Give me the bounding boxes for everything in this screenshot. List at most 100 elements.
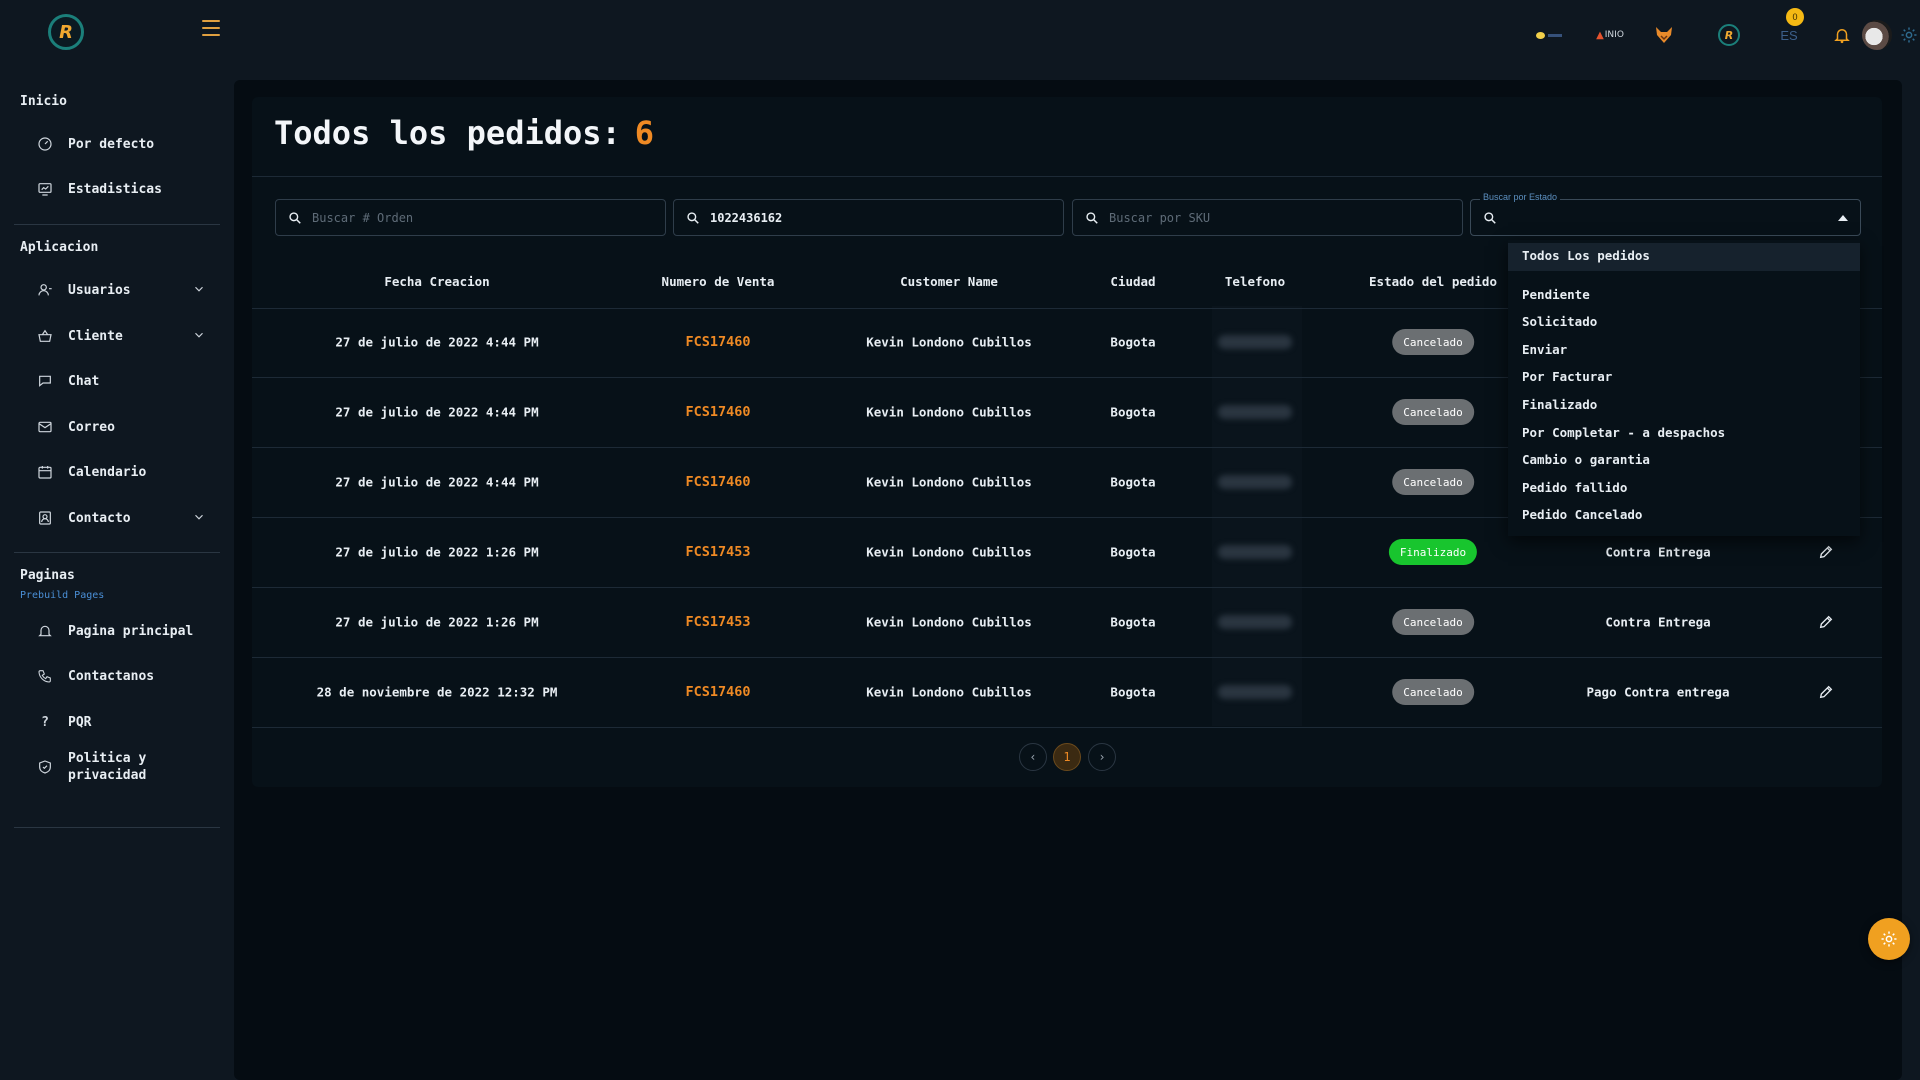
sidebar-item-politica[interactable]: Politica y privacidad	[36, 748, 206, 786]
sidebar-item-label: Usuarios	[68, 282, 131, 298]
gear-icon	[1881, 931, 1897, 947]
menu-toggle-icon[interactable]	[202, 20, 220, 36]
sidebar-item-usuarios[interactable]: Usuarios	[36, 278, 206, 302]
sidebar-item-por-defecto[interactable]: Por defecto	[36, 132, 206, 156]
cell-phone-redacted	[1218, 685, 1292, 699]
edit-pencil-icon[interactable]	[1818, 614, 1834, 630]
dropdown-option[interactable]: Pedido fallido	[1522, 480, 1627, 495]
cell-order-number[interactable]: FCS17460	[685, 684, 750, 700]
sidebar-item-estadisticas[interactable]: Estadisticas	[36, 177, 206, 201]
column-header-estado[interactable]: Estado del pedido	[1369, 274, 1497, 289]
sidebar-item-label: PQR	[68, 714, 92, 730]
sidebar-item-label: Correo	[68, 419, 115, 435]
column-header-fecha[interactable]: Fecha Creacion	[384, 274, 489, 289]
cell-fecha: 27 de julio de 2022 4:44 PM	[335, 474, 539, 490]
status-badge: Finalizado	[1388, 539, 1478, 565]
phone-icon	[36, 667, 54, 685]
sidebar-item-chat[interactable]: Chat	[36, 369, 206, 393]
orders-count: 6	[634, 114, 655, 152]
app-logo-icon[interactable]: R	[1716, 22, 1742, 48]
order-search-field[interactable]	[275, 199, 666, 236]
status-badge: Cancelado	[1392, 399, 1474, 425]
cell-phone-redacted	[1218, 615, 1292, 629]
edit-pencil-icon[interactable]	[1818, 544, 1834, 560]
cell-fecha: 28 de noviembre de 2022 12:32 PM	[316, 684, 558, 700]
fox-icon[interactable]	[1650, 22, 1678, 48]
column-header-ciudad[interactable]: Ciudad	[1110, 274, 1155, 289]
dropdown-option[interactable]: Finalizado	[1522, 397, 1597, 412]
sku-search-field[interactable]	[1072, 199, 1463, 236]
dropdown-option[interactable]: Enviar	[1522, 342, 1567, 357]
brand-app-label: INIO	[1604, 30, 1624, 40]
pagination-next-button[interactable]: ›	[1088, 743, 1116, 771]
cell-customer-name: Kevin Londono Cubillos	[866, 544, 1032, 560]
sidebar-item-pagina-principal[interactable]: Pagina principal	[36, 619, 206, 643]
order-search-input[interactable]	[312, 210, 665, 225]
row-divider	[252, 587, 1882, 588]
estado-search-input[interactable]	[1507, 210, 1860, 225]
bell-icon	[36, 622, 54, 640]
estado-search-field[interactable]	[1470, 199, 1861, 236]
sidebar-item-label: Calendario	[68, 464, 147, 480]
notifications-bell-icon[interactable]	[1830, 22, 1854, 48]
cell-order-number[interactable]: FCS17460	[685, 334, 750, 350]
shield-icon	[36, 758, 54, 776]
sidebar-item-correo[interactable]: Correo	[36, 415, 206, 439]
brand-app-icon[interactable]: ▲ INIO	[1590, 22, 1630, 48]
estado-dropdown-menu: Todos Los pedidos Pendiente Solicitado E…	[1508, 240, 1860, 536]
column-header-cliente[interactable]: Customer Name	[900, 274, 998, 289]
sidebar-item-cliente[interactable]: Cliente	[36, 324, 206, 348]
sku-search-input[interactable]	[1109, 210, 1462, 225]
dropdown-option[interactable]: Todos Los pedidos	[1522, 248, 1650, 263]
user-icon	[36, 281, 54, 299]
cell-customer-name: Kevin Londono Cubillos	[866, 404, 1032, 420]
cell-order-number[interactable]: FCS17453	[685, 614, 750, 630]
column-header-venta[interactable]: Numero de Venta	[662, 274, 775, 289]
sidebar-item-pqr[interactable]: ? PQR	[36, 710, 206, 734]
cell-customer-name: Kevin Londono Cubillos	[866, 684, 1032, 700]
dropdown-option[interactable]: Por Facturar	[1522, 369, 1612, 384]
pagination-page-1[interactable]: 1	[1053, 743, 1081, 771]
edit-pencil-icon[interactable]	[1818, 684, 1834, 700]
sidebar-item-label: Politica y privacidad	[68, 751, 147, 783]
pagination-prev-button[interactable]: ‹	[1019, 743, 1047, 771]
cell-city: Bogota	[1110, 404, 1156, 420]
brand-logo[interactable]: R	[48, 14, 84, 50]
calendar-icon	[36, 463, 54, 481]
sidebar-item-contacto[interactable]: Contacto	[36, 506, 206, 530]
settings-gear-icon[interactable]	[1898, 22, 1920, 48]
page-title-text: Todos los pedidos:	[274, 114, 621, 152]
cell-fecha: 27 de julio de 2022 4:44 PM	[335, 334, 539, 350]
sidebar-item-contactanos[interactable]: Contactanos	[36, 664, 206, 688]
flag-icon[interactable]	[1532, 22, 1566, 48]
column-header-telefono[interactable]: Telefono	[1225, 274, 1285, 289]
cell-payment-method: Pago Contra entrega	[1586, 684, 1730, 700]
cell-phone-redacted	[1218, 475, 1292, 489]
cell-order-number[interactable]: FCS17460	[685, 404, 750, 420]
page-title: Todos los pedidos: 6	[274, 114, 654, 152]
dropdown-option[interactable]: Solicitado	[1522, 314, 1597, 329]
cell-order-number[interactable]: FCS17460	[685, 474, 750, 490]
user-avatar[interactable]	[1862, 20, 1892, 50]
cell-city: Bogota	[1110, 684, 1156, 700]
sidebar: Inicio Por defecto Estadisticas Aplicaci…	[0, 72, 234, 1080]
language-selector[interactable]: ES	[1776, 22, 1802, 48]
dropdown-option[interactable]: Cambio o garantia	[1522, 452, 1650, 467]
cell-fecha: 27 de julio de 2022 4:44 PM	[335, 404, 539, 420]
caret-up-icon[interactable]	[1838, 215, 1848, 221]
sidebar-item-calendario[interactable]: Calendario	[36, 460, 206, 484]
phone-search-field[interactable]	[673, 199, 1064, 236]
sidebar-item-label: Pagina principal	[68, 623, 194, 639]
dropdown-option[interactable]: Pendiente	[1522, 287, 1590, 302]
cell-fecha: 27 de julio de 2022 1:26 PM	[335, 614, 539, 630]
dropdown-option[interactable]: Pedido Cancelado	[1522, 507, 1642, 522]
cell-payment-method: Contra Entrega	[1605, 544, 1711, 560]
cell-order-number[interactable]: FCS17453	[685, 544, 750, 560]
estado-field-label: Buscar por Estado	[1480, 192, 1561, 202]
sidebar-item-label: Contacto	[68, 510, 131, 526]
dropdown-option[interactable]: Por Completar - a despachos	[1522, 425, 1725, 440]
floating-settings-button[interactable]	[1868, 918, 1910, 960]
phone-search-input[interactable]	[710, 210, 1063, 225]
basket-icon	[36, 327, 54, 345]
top-bar: R ▲ INIO R ES 0	[0, 0, 1920, 72]
